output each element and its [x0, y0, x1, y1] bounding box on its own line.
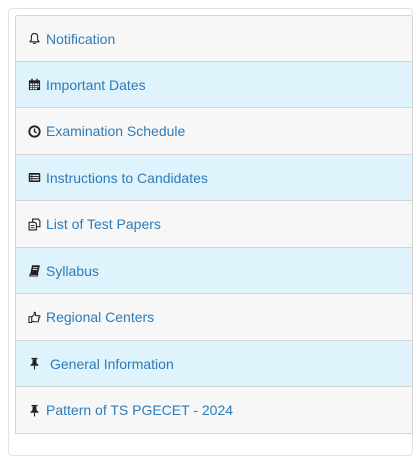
menu-item-pattern[interactable]: Pattern of TS PGECET - 2024: [15, 387, 413, 434]
pushpin-icon: [27, 403, 41, 417]
book-icon: [27, 264, 41, 278]
menu-item-notification[interactable]: Notification: [15, 15, 413, 62]
menu-item-label: Syllabus: [46, 262, 99, 279]
menu-item-label: Important Dates: [46, 76, 146, 93]
pushpin-icon: [27, 357, 41, 371]
list-alt-icon: [27, 171, 41, 185]
menu-item-label: List of Test Papers: [46, 216, 161, 232]
menu-item-important-dates[interactable]: Important Dates: [15, 62, 413, 108]
menu-item-instructions-to-candidates[interactable]: Instructions to Candidates: [15, 155, 413, 201]
calendar-icon: [27, 78, 41, 92]
menu-item-label: Notification: [46, 30, 116, 47]
menu-item-label: Pattern of TS PGECET - 2024: [46, 402, 234, 418]
copy-icon: [27, 217, 41, 231]
hand-pointer-icon: [27, 310, 41, 324]
menu-item-list-of-test-papers[interactable]: List of Test Papers: [15, 201, 413, 248]
clock-icon: [27, 124, 41, 138]
menu-item-syllabus[interactable]: Syllabus: [15, 248, 413, 294]
sidebar-panel: Notification Important Dates Examination…: [8, 8, 413, 456]
menu-item-label: General Information: [50, 355, 174, 372]
menu-item-label: Regional Centers: [46, 309, 155, 325]
bell-icon: [27, 32, 41, 46]
menu-item-label: Examination Schedule: [46, 123, 186, 139]
menu-item-examination-schedule[interactable]: Examination Schedule: [15, 108, 413, 155]
sidebar-menu: Notification Important Dates Examination…: [15, 15, 413, 434]
menu-item-label: Instructions to Candidates: [46, 169, 208, 186]
menu-item-general-information[interactable]: General Information: [15, 341, 413, 387]
menu-item-regional-centers[interactable]: Regional Centers: [15, 294, 413, 341]
